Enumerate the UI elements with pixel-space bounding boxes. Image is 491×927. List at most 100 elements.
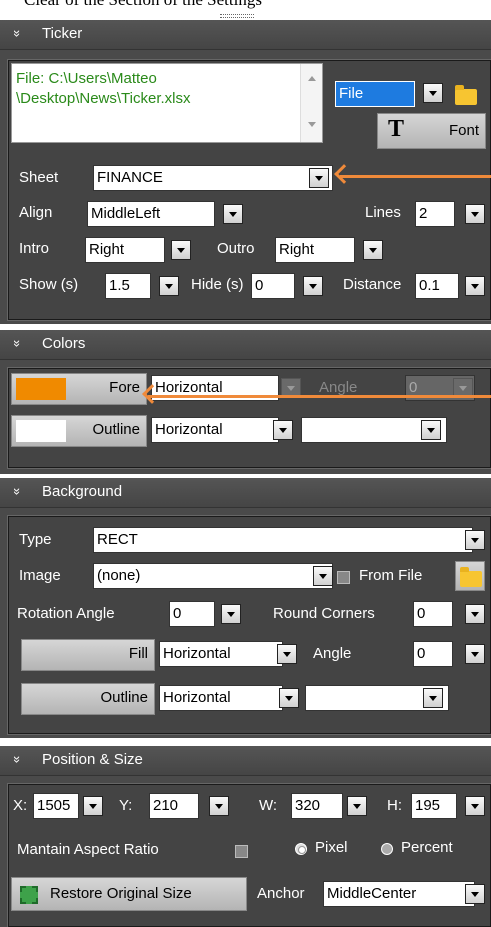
h-dropdown-icon[interactable]	[465, 796, 485, 816]
fill-gradient-select[interactable]: Horizontal	[159, 641, 283, 667]
h-label: H:	[387, 797, 402, 814]
colors-angle-value: 0	[409, 379, 418, 396]
image-dropdown-icon[interactable]	[313, 566, 333, 586]
intro-dropdown-icon[interactable]	[171, 240, 191, 260]
background-header[interactable]: » Background	[0, 478, 491, 508]
outro-select[interactable]: Right	[275, 237, 355, 263]
rotation-select[interactable]: 0	[169, 601, 215, 627]
y-input[interactable]: 210	[149, 793, 199, 819]
x-dropdown-icon[interactable]	[83, 796, 103, 816]
colors-section: » Colors Fore Horizontal Angle 0 Outline…	[0, 330, 491, 474]
align-select[interactable]: MiddleLeft	[87, 201, 215, 227]
textarea-scrollbar[interactable]	[300, 64, 322, 142]
restore-size-icon	[20, 886, 38, 904]
y-dropdown-icon[interactable]	[209, 796, 229, 816]
show-input[interactable]: 1.5	[105, 273, 151, 299]
splitter-grip[interactable]	[220, 14, 254, 18]
pixel-radio[interactable]	[295, 843, 307, 855]
bg-outline-button[interactable]: Outline	[21, 683, 155, 715]
image-value: (none)	[97, 567, 141, 584]
show-dropdown-icon[interactable]	[159, 276, 179, 296]
aspect-ratio-checkbox[interactable]	[235, 845, 248, 858]
outro-label: Outro	[217, 240, 255, 257]
collapse-chevron-icon: »	[10, 487, 26, 496]
from-file-checkbox[interactable]	[337, 571, 350, 584]
outro-value: Right	[279, 241, 315, 258]
source-select[interactable]: File	[335, 81, 415, 107]
round-corners-label: Round Corners	[273, 605, 375, 622]
image-label: Image	[19, 567, 61, 584]
ticker-section: » Ticker File: C:\Users\Matteo \Desktop\…	[0, 20, 491, 324]
round-corners-select[interactable]: 0	[413, 601, 453, 627]
fill-gradient-value: Horizontal	[163, 645, 231, 662]
outline-gradient-select[interactable]: Horizontal	[151, 417, 279, 443]
sheet-dropdown-icon[interactable]	[309, 168, 329, 188]
position-header[interactable]: » Position & Size	[0, 746, 491, 776]
type-dropdown-icon[interactable]	[465, 530, 485, 550]
w-dropdown-icon[interactable]	[347, 796, 367, 816]
fill-gradient-dropdown-icon[interactable]	[277, 644, 297, 664]
source-select-value: File	[339, 85, 364, 102]
percent-radio[interactable]	[381, 843, 393, 855]
w-input[interactable]: 320	[291, 793, 343, 819]
scroll-down-icon[interactable]	[308, 122, 316, 127]
align-dropdown-icon[interactable]	[223, 204, 243, 224]
background-title: Background	[42, 483, 123, 500]
outline-color-button[interactable]: Outline	[11, 415, 147, 447]
restore-size-button[interactable]: Restore Original Size	[11, 877, 247, 911]
anchor-select[interactable]: MiddleCenter	[323, 881, 475, 907]
annotation-arrow-fore	[142, 384, 491, 404]
h-input[interactable]: 195	[411, 793, 457, 819]
distance-dropdown-icon[interactable]	[465, 276, 485, 296]
font-button[interactable]: T Font	[377, 113, 486, 149]
align-value: MiddleLeft	[91, 205, 161, 222]
background-section: » Background Type RECT Image (none) From…	[0, 478, 491, 738]
bg-outline-extra-dropdown-icon[interactable]	[423, 688, 443, 708]
pixel-label: Pixel	[315, 839, 348, 856]
image-select[interactable]: (none)	[93, 563, 333, 589]
ticker-box: File: C:\Users\Matteo \Desktop\News\Tick…	[7, 59, 491, 321]
hide-dropdown-icon[interactable]	[303, 276, 323, 296]
collapse-chevron-icon: »	[10, 755, 26, 764]
restore-size-label: Restore Original Size	[50, 885, 192, 902]
hide-input[interactable]: 0	[251, 273, 295, 299]
outro-dropdown-icon[interactable]	[363, 240, 383, 260]
source-dropdown-icon[interactable]	[423, 83, 443, 103]
sheet-select[interactable]: FINANCE	[93, 165, 333, 191]
intro-select[interactable]: Right	[85, 237, 165, 263]
outline-extra-dropdown-icon[interactable]	[421, 420, 441, 440]
outline-label: Outline	[92, 421, 140, 438]
fore-color-button[interactable]: Fore	[11, 373, 147, 405]
background-box: Type RECT Image (none) From File Rotatio…	[7, 515, 491, 735]
colors-header[interactable]: » Colors	[0, 330, 491, 360]
position-title: Position & Size	[42, 751, 143, 768]
ticker-title: Ticker	[42, 25, 83, 42]
outline-gradient-dropdown-icon[interactable]	[273, 420, 293, 440]
lines-dropdown-icon[interactable]	[465, 204, 485, 224]
rotation-dropdown-icon[interactable]	[221, 604, 241, 624]
lines-select[interactable]: 2	[415, 201, 455, 227]
bg-angle-select[interactable]: 0	[413, 641, 453, 667]
x-label: X:	[13, 797, 28, 814]
round-corners-dropdown-icon[interactable]	[465, 604, 485, 624]
colors-box: Fore Horizontal Angle 0 Outline Horizont…	[7, 367, 491, 469]
file-textarea[interactable]: File: C:\Users\Matteo \Desktop\News\Tick…	[11, 63, 323, 143]
lines-label: Lines	[365, 204, 401, 221]
bg-outline-gradient-select[interactable]: Horizontal	[159, 685, 283, 711]
x-input[interactable]: 1505	[33, 793, 79, 819]
type-select[interactable]: RECT	[93, 527, 473, 553]
fill-button[interactable]: Fill	[21, 639, 155, 671]
rotation-value: 0	[173, 605, 182, 622]
rotation-label: Rotation Angle	[17, 605, 115, 622]
bg-outline-gradient-dropdown-icon[interactable]	[279, 688, 299, 708]
anchor-label: Anchor	[257, 885, 305, 902]
scroll-up-icon[interactable]	[308, 76, 316, 81]
image-folder-button[interactable]	[455, 561, 485, 591]
image-folder-icon	[460, 567, 482, 587]
from-file-label: From File	[359, 567, 423, 584]
bg-angle-dropdown-icon[interactable]	[465, 644, 485, 664]
open-folder-icon[interactable]	[455, 85, 477, 105]
ticker-header[interactable]: » Ticker	[0, 20, 491, 50]
anchor-dropdown-icon[interactable]	[465, 884, 485, 904]
distance-input[interactable]: 0.1	[415, 273, 459, 299]
